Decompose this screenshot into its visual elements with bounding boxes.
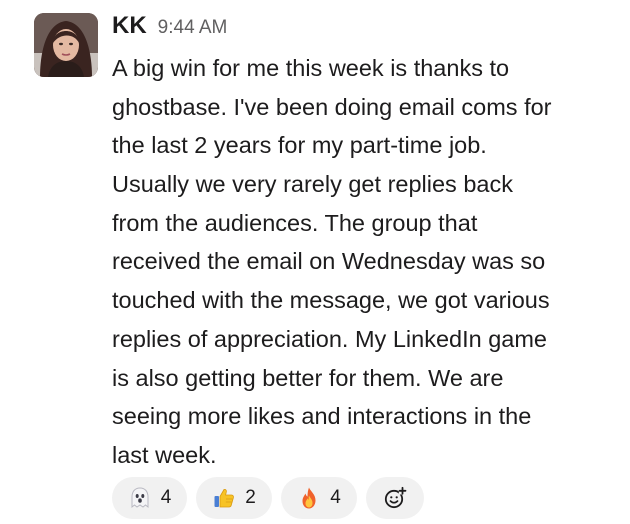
message-line: the last 2 years for my part-time job. [112, 132, 487, 159]
thumbs-up-icon [214, 488, 235, 508]
reaction-fire[interactable]: 4 [281, 477, 357, 519]
avatar[interactable] [34, 13, 98, 77]
reaction-count: 4 [160, 487, 172, 508]
message-line: last week. [112, 441, 217, 468]
message-line: from the audiences. The group that [112, 209, 478, 236]
message-line: is also getting better for them. We are [112, 364, 504, 391]
add-reaction-icon [384, 486, 407, 509]
reaction-ghost[interactable]: 4 [112, 477, 187, 519]
reactions-bar: 4 2 4 [112, 477, 424, 519]
message-line: replies of appreciation. My LinkedIn gam… [112, 325, 547, 352]
reaction-count: 2 [245, 487, 256, 508]
timestamp[interactable]: 9:44 AM [158, 17, 228, 39]
message-body: A big win for me this week is thanks to … [112, 49, 617, 475]
sender-name[interactable]: KK [112, 12, 147, 40]
message-line: seeing more likes and interactions in th… [112, 403, 532, 430]
message-line: Usually we very rarely get replies back [112, 171, 513, 198]
reaction-count: 4 [330, 487, 341, 508]
fire-icon [302, 487, 316, 509]
message-header: KK 9:44 AM [112, 12, 227, 42]
ghost-icon [131, 487, 149, 509]
message-line: received the email on Wednesday was so [112, 248, 546, 275]
message-line: touched with the message, we got various [112, 287, 550, 314]
message: KK 9:44 AM A big win for me this week is… [0, 0, 630, 524]
add-reaction-button[interactable] [366, 477, 424, 519]
reaction-thumbs-up[interactable]: 2 [196, 477, 272, 519]
avatar-photo [34, 13, 98, 77]
message-line: ghostbase. I've been doing email coms fo… [112, 93, 552, 120]
message-line: A big win for me this week is thanks to [112, 55, 510, 81]
